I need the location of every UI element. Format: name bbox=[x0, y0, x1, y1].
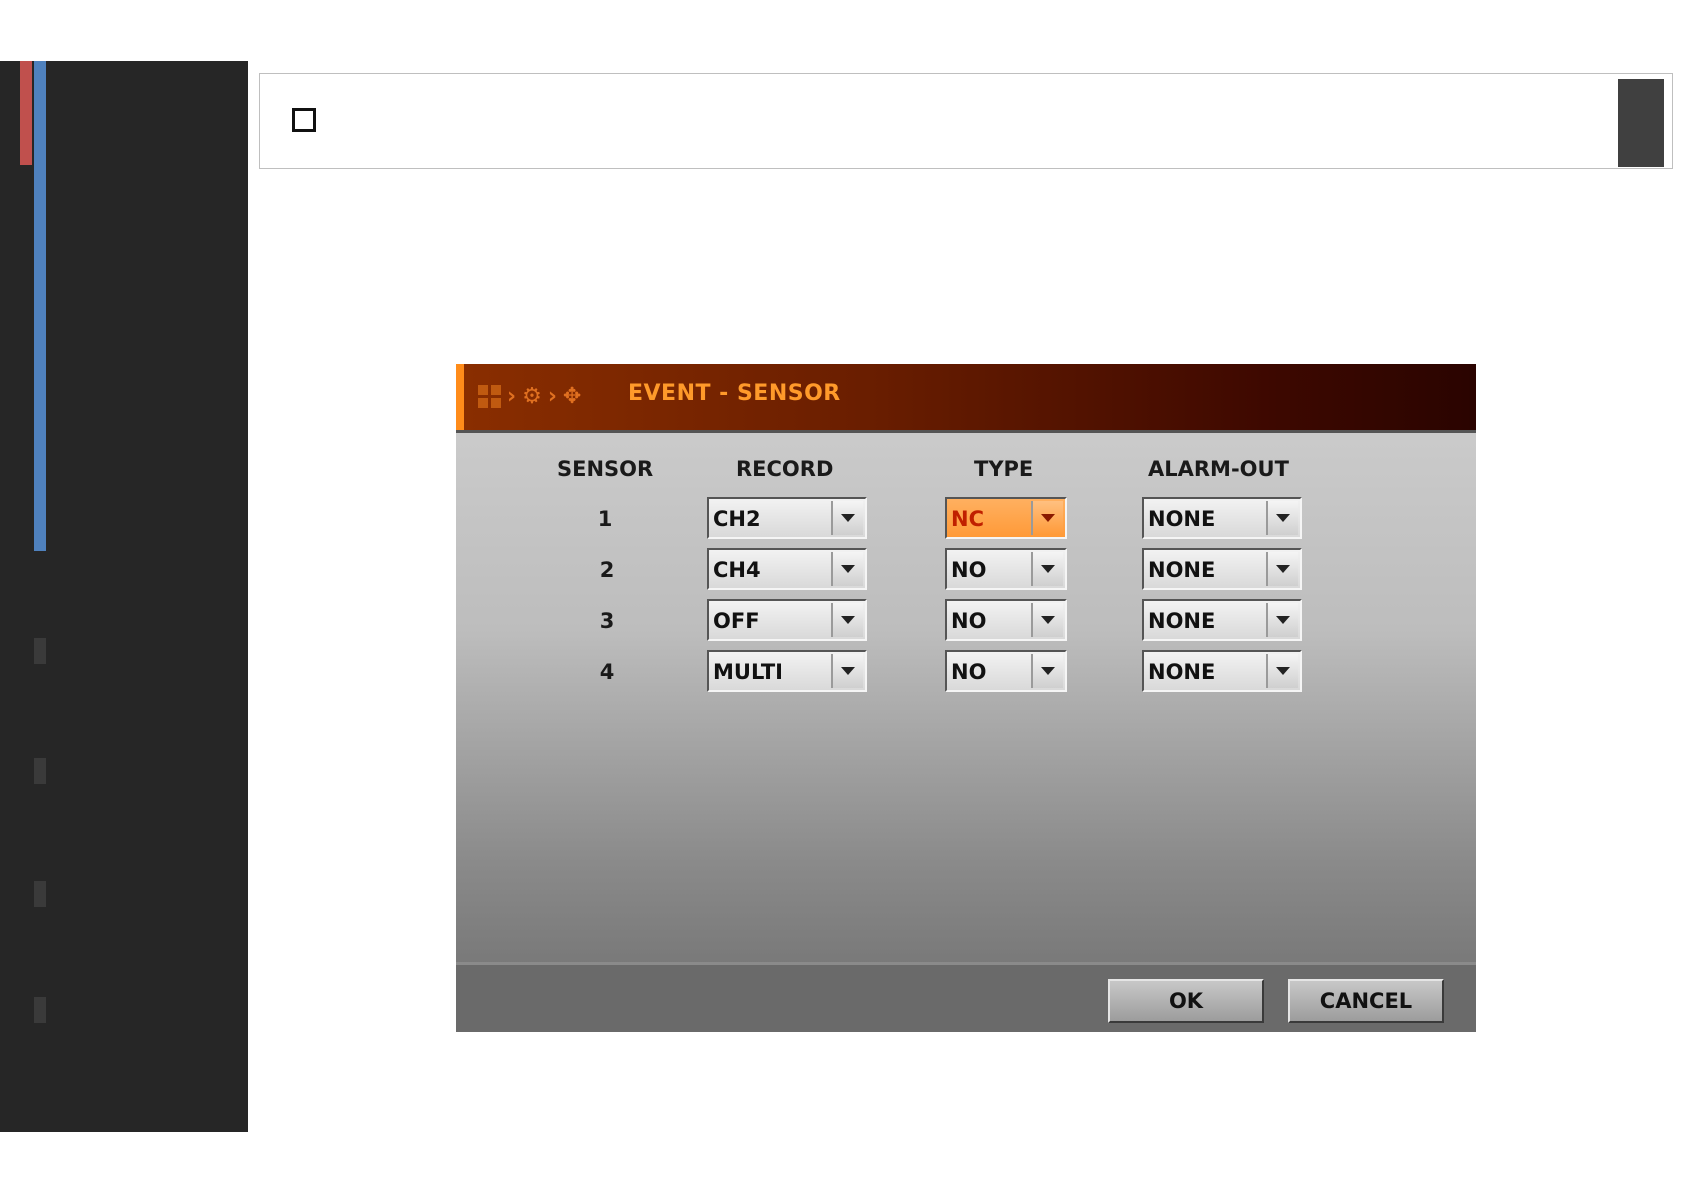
ok-button[interactable]: OK bbox=[1108, 979, 1264, 1023]
dropdown-value: OFF bbox=[713, 609, 760, 633]
sidebar-tick bbox=[34, 758, 46, 784]
chevron-down-icon[interactable] bbox=[831, 552, 863, 586]
chevron-down-icon[interactable] bbox=[1031, 654, 1063, 688]
type-dropdown[interactable]: NO bbox=[945, 548, 1067, 590]
dropdown-value: MULTI bbox=[713, 660, 783, 684]
dropdown-value: NO bbox=[951, 609, 987, 633]
record-dropdown[interactable]: CH4 bbox=[707, 548, 867, 590]
grid-icon[interactable] bbox=[478, 384, 501, 408]
dropdown-value: NO bbox=[951, 558, 987, 582]
sidebar-red-bar bbox=[20, 61, 32, 165]
column-header-record: RECORD bbox=[736, 457, 834, 481]
gear-icon[interactable]: ⚙ bbox=[522, 384, 542, 409]
sidebar-blue-bar bbox=[34, 61, 46, 551]
chevron-down-icon[interactable] bbox=[1031, 603, 1063, 637]
header-box bbox=[259, 73, 1673, 169]
alarm-out-dropdown[interactable]: NONE bbox=[1142, 650, 1302, 692]
sensor-number: 1 bbox=[597, 507, 613, 531]
cancel-button[interactable]: CANCEL bbox=[1288, 979, 1444, 1023]
chevron-down-icon[interactable] bbox=[831, 654, 863, 688]
chevron-down-icon[interactable] bbox=[1266, 501, 1298, 535]
column-header-alarm-out: ALARM-OUT bbox=[1148, 457, 1289, 481]
dialog-title: EVENT - SENSOR bbox=[628, 381, 841, 406]
slide-page: › ⚙ › ✥ EVENT - SENSOR SENSOR RECORD TYP… bbox=[0, 0, 1684, 1190]
move-icon[interactable]: ✥ bbox=[563, 384, 581, 409]
record-dropdown[interactable]: OFF bbox=[707, 599, 867, 641]
dropdown-value: NONE bbox=[1148, 507, 1216, 531]
chevron-right-icon: › bbox=[547, 383, 557, 409]
dropdown-value: NONE bbox=[1148, 609, 1216, 633]
dropdown-value: NO bbox=[951, 660, 987, 684]
chevron-down-icon[interactable] bbox=[1031, 552, 1063, 586]
chevron-down-icon[interactable] bbox=[831, 501, 863, 535]
type-dropdown[interactable]: NO bbox=[945, 650, 1067, 692]
sidebar-tick bbox=[34, 881, 46, 907]
dialog-titlebar: › ⚙ › ✥ EVENT - SENSOR bbox=[456, 364, 1476, 433]
column-header-sensor: SENSOR bbox=[557, 457, 654, 481]
checkbox-icon[interactable] bbox=[292, 108, 316, 132]
sensor-number: 2 bbox=[599, 558, 615, 582]
sensor-number: 3 bbox=[599, 609, 615, 633]
chevron-down-icon[interactable] bbox=[1031, 501, 1063, 535]
titlebar-accent bbox=[456, 364, 464, 430]
dropdown-value: CH2 bbox=[713, 507, 761, 531]
dropdown-value: NONE bbox=[1148, 660, 1216, 684]
dropdown-value: NONE bbox=[1148, 558, 1216, 582]
sidebar-tick bbox=[34, 638, 46, 664]
alarm-out-dropdown[interactable]: NONE bbox=[1142, 599, 1302, 641]
type-dropdown[interactable]: NC bbox=[945, 497, 1067, 539]
chevron-down-icon[interactable] bbox=[1266, 552, 1298, 586]
header-dark-block bbox=[1618, 79, 1664, 167]
dropdown-value: CH4 bbox=[713, 558, 761, 582]
chevron-down-icon[interactable] bbox=[1266, 603, 1298, 637]
chevron-right-icon: › bbox=[507, 383, 517, 409]
left-sidebar bbox=[0, 61, 248, 1132]
type-dropdown[interactable]: NO bbox=[945, 599, 1067, 641]
dropdown-value: NC bbox=[951, 507, 984, 531]
event-sensor-dialog: › ⚙ › ✥ EVENT - SENSOR SENSOR RECORD TYP… bbox=[456, 364, 1476, 1032]
alarm-out-dropdown[interactable]: NONE bbox=[1142, 497, 1302, 539]
dialog-footer: OK CANCEL bbox=[456, 962, 1476, 1032]
alarm-out-dropdown[interactable]: NONE bbox=[1142, 548, 1302, 590]
sidebar-tick bbox=[34, 997, 46, 1023]
sensor-number: 4 bbox=[599, 660, 615, 684]
record-dropdown[interactable]: MULTI bbox=[707, 650, 867, 692]
chevron-down-icon[interactable] bbox=[1266, 654, 1298, 688]
record-dropdown[interactable]: CH2 bbox=[707, 497, 867, 539]
breadcrumb: › ⚙ › ✥ bbox=[478, 380, 581, 412]
column-header-type: TYPE bbox=[974, 457, 1034, 481]
chevron-down-icon[interactable] bbox=[831, 603, 863, 637]
